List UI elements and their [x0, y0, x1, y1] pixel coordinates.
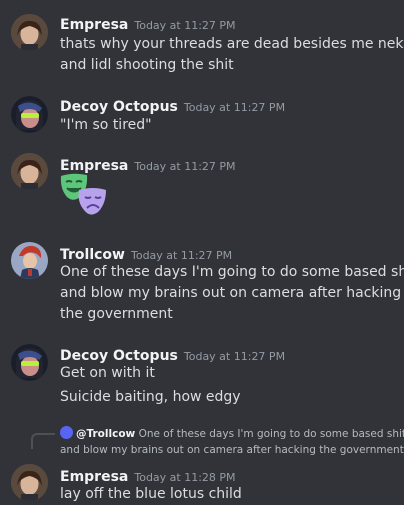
timestamp: Today at 11:27 PM	[183, 350, 286, 363]
timestamp: Today at 11:27 PM	[134, 160, 236, 173]
timestamp: Today at 11:27 PM	[183, 101, 286, 114]
reply-preview[interactable]: @Trollcow One of these days I'm going to…	[60, 426, 404, 442]
avatar[interactable]	[11, 14, 48, 51]
avatar[interactable]	[11, 464, 48, 501]
message-text: thats why your threads are dead besides …	[60, 36, 404, 52]
message-text: lay off the blue lotus child	[60, 486, 242, 502]
author-name[interactable]: Empresa	[60, 469, 128, 485]
avatar[interactable]	[11, 96, 48, 133]
reply-text: One of these days I'm going to do some b…	[138, 428, 404, 440]
avatar[interactable]	[11, 242, 48, 279]
reply-avatar	[60, 426, 73, 439]
message-text: One of these days I'm going to do some b…	[60, 264, 404, 280]
author-name[interactable]: Empresa	[60, 17, 128, 33]
author-name[interactable]: Decoy Octopus	[60, 99, 178, 115]
timestamp: Today at 11:28 PM	[134, 471, 236, 484]
reply-mention[interactable]: @Trollcow	[76, 428, 135, 440]
theater-masks-icon	[60, 173, 106, 215]
message-text: and blow my brains out on camera after h…	[60, 285, 402, 301]
avatar[interactable]	[11, 153, 48, 190]
author-name[interactable]: Decoy Octopus	[60, 348, 178, 364]
reply-connector	[31, 433, 55, 449]
message-text: Suicide baiting, how edgy	[60, 389, 241, 405]
avatar[interactable]	[11, 344, 48, 381]
timestamp: Today at 11:27 PM	[130, 249, 233, 262]
timestamp: Today at 11:27 PM	[134, 19, 236, 32]
author-name[interactable]: Trollcow	[60, 247, 125, 263]
message-text: the government	[60, 306, 173, 322]
reply-text-continued: and blow my brains out on camera after h…	[60, 444, 404, 456]
message-text: "I'm so tired"	[60, 117, 152, 133]
message-text: and lidl shooting the shit	[60, 57, 234, 73]
message-text: Get on with it	[60, 365, 155, 381]
